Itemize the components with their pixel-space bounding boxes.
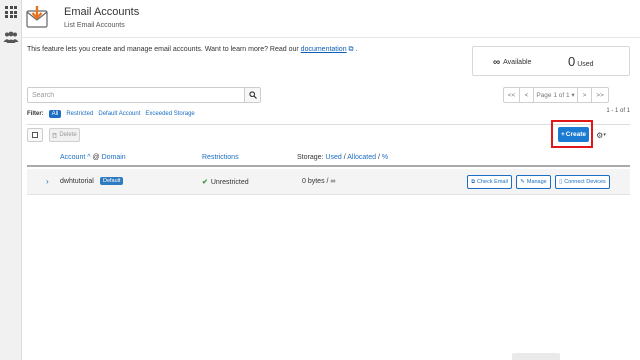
last-page-button[interactable]: >> [592,88,608,102]
documentation-link[interactable]: documentation [301,46,347,53]
filter-all[interactable]: All [48,110,62,118]
search-button[interactable] [244,88,260,102]
select-all-checkbox[interactable] [27,128,43,142]
available-stat: ∞ Available [493,57,531,68]
column-storage: Storage: Used / Allocated / % [297,154,389,161]
restrictions-cell: ✔ Unrestricted [202,178,249,187]
mobile-icon: ▯ [559,179,563,185]
sort-percent[interactable]: % [382,154,388,161]
grid-icon[interactable] [5,6,17,18]
delete-button[interactable]: Delete [49,128,80,142]
next-page-button[interactable]: > [578,88,592,102]
settings-dropdown[interactable]: ⚙ ▾ [593,128,609,142]
storage-prefix: Storage: [297,154,324,161]
pagination: << < Page 1 of 1 ▾ > >> [503,87,609,103]
bottom-tab [512,353,560,360]
storage-value: 0 bytes / ∞ [302,178,336,185]
at-symbol: @ [92,154,100,161]
account-name: dwhtutorial [60,178,94,185]
check-icon: ✔ [202,179,208,186]
filter-label: Filter: [27,111,44,117]
trash-icon [52,133,57,138]
filter-bar: Filter: All Restricted Default Account E… [27,109,195,119]
sort-account[interactable]: Account [60,154,85,161]
used-count: 0 [568,54,576,69]
search-icon [248,91,257,99]
used-label: Used [577,61,594,68]
page-subtitle: List Email Accounts [64,22,125,29]
left-sidebar [0,0,22,360]
intro-description: This feature lets you create and manage … [27,46,299,53]
account-stats: ∞ Available 0 Used [472,46,630,76]
external-link-icon[interactable]: ⧉ [349,46,354,53]
page-header: Email Accounts List Email Accounts [22,0,640,38]
create-button[interactable]: + Create [558,127,589,142]
check-email-button[interactable]: ⧉ Check Email [467,175,512,189]
caret-down-icon: ▾ [603,132,606,138]
filter-exceeded-storage[interactable]: Exceeded Storage [145,111,194,117]
email-accounts-icon [26,6,48,28]
create-label: Create [565,131,587,138]
intro-text: This feature lets you create and manage … [27,46,357,54]
check-email-label: Check Email [477,179,508,185]
default-badge: Default [100,176,124,185]
filter-restricted[interactable]: Restricted [66,111,93,117]
search-box [27,87,261,103]
external-link-icon: ⧉ [471,178,476,185]
sort-used[interactable]: Used [325,154,341,161]
first-page-button[interactable]: << [504,88,520,102]
delete-label: Delete [59,132,77,138]
wrench-icon: ✎ [520,179,525,185]
main-content: Email Accounts List Email Accounts This … [22,0,640,360]
available-label: Available [503,59,532,66]
manage-button[interactable]: ✎ Manage [516,175,551,189]
toolbar-divider [27,124,630,125]
connect-devices-label: Connect Devices [564,179,606,185]
infinity-icon: ∞ [493,57,501,68]
checkbox-icon [32,132,38,138]
table-header: Account ^ @ Domain Restrictions Storage:… [27,149,630,167]
table-row: › dwhtutorial Default ✔ Unrestricted 0 b… [27,169,630,195]
used-stat: 0 Used [568,54,594,69]
sort-up-icon: ^ [87,154,91,161]
manage-label: Manage [526,179,547,185]
plus-icon: + [560,131,565,138]
expand-chevron-icon[interactable]: › [46,177,49,186]
sort-domain[interactable]: Domain [102,154,126,161]
filter-default-account[interactable]: Default Account [98,111,140,117]
search-input[interactable] [28,88,244,102]
gear-icon: ⚙ [596,130,604,140]
results-range: 1 - 1 of 1 [606,108,630,114]
intro-suffix: . [355,46,358,53]
column-restrictions[interactable]: Restrictions [202,154,239,161]
restrictions-value: Unrestricted [210,178,249,186]
users-icon[interactable] [3,31,19,43]
page-title: Email Accounts [64,6,140,18]
column-account: Account ^ @ Domain [60,154,126,161]
prev-page-button[interactable]: < [520,88,534,102]
connect-devices-button[interactable]: ▯ Connect Devices [555,175,610,189]
page-select[interactable]: Page 1 of 1 ▾ [534,88,578,102]
sort-allocated[interactable]: Allocated [347,154,376,161]
